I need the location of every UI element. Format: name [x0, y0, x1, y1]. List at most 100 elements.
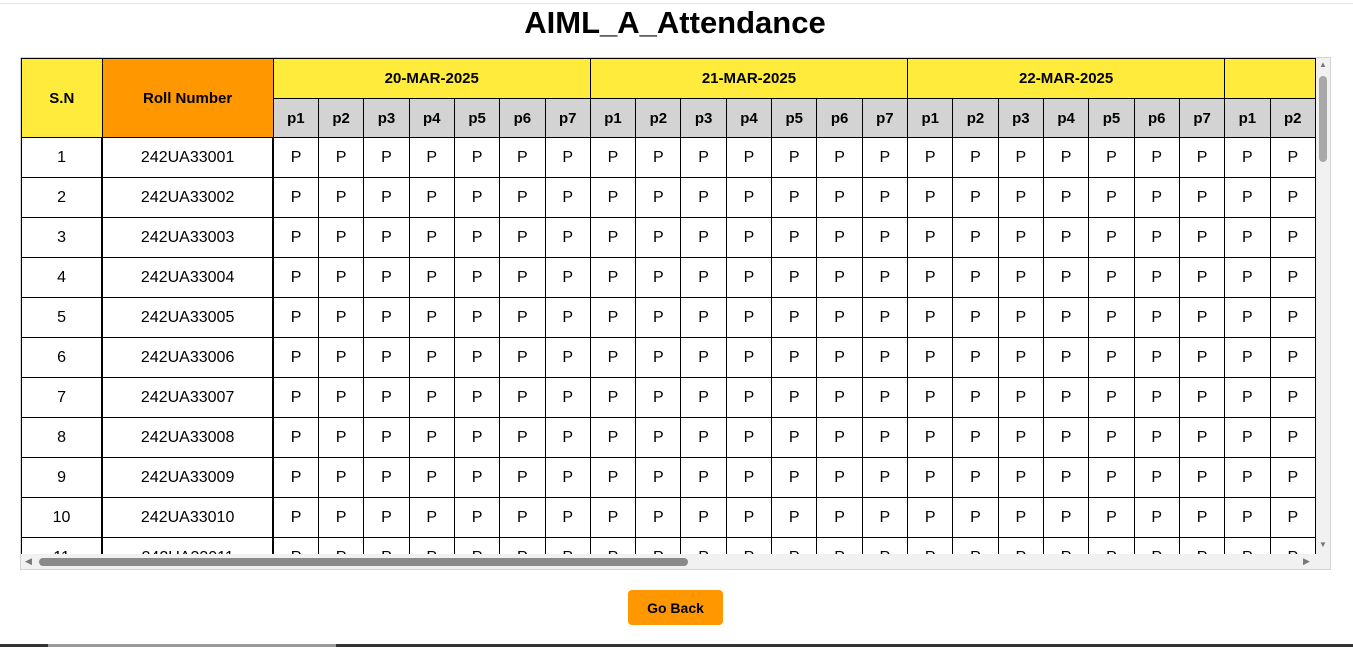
roll-number-cell: 242UA33010	[101, 497, 275, 538]
attendance-mark-cell: P	[272, 457, 319, 498]
attendance-mark-cell: P	[635, 137, 682, 178]
attendance-mark-cell: P	[544, 337, 591, 378]
attendance-mark-cell: P	[1088, 297, 1135, 338]
attendance-mark-cell: P	[408, 377, 455, 418]
period-header: p1	[907, 98, 954, 138]
attendance-mark-cell: P	[589, 457, 637, 498]
attendance-mark-cell: P	[1088, 337, 1135, 378]
attendance-mark-cell: P	[589, 417, 637, 458]
attendance-mark-cell: P	[907, 417, 954, 458]
attendance-mark-cell: P	[907, 137, 954, 178]
vertical-scroll-thumb[interactable]	[1319, 76, 1327, 162]
attendance-mark-cell: P	[952, 377, 999, 418]
table-row: 3 242UA33003 P P P P P P P P P P P P P P P P P P P P P P P	[21, 217, 1316, 258]
attendance-mark-cell: P	[1269, 377, 1316, 418]
attendance-mark-cell: P	[317, 377, 365, 418]
page-title: AIML_A_Attendance	[524, 5, 826, 40]
table-row: 1 242UA33001 P P P P P P P P P P P P P P P P P P P P P P P	[21, 137, 1316, 178]
roll-number-cell: 242UA33003	[101, 217, 275, 258]
attendance-mark-cell: P	[1088, 177, 1135, 218]
go-back-button[interactable]: Go Back	[628, 590, 723, 625]
attendance-mark-cell: P	[1269, 497, 1316, 538]
attendance-mark-cell: P	[725, 297, 773, 338]
scroll-left-arrow-icon[interactable]: ◀	[25, 556, 32, 566]
attendance-mark-cell: P	[907, 537, 954, 554]
attendance-mark-cell: P	[952, 497, 999, 538]
horizontal-scroll-thumb[interactable]	[39, 558, 688, 566]
attendance-mark-cell: P	[499, 377, 546, 418]
attendance-mark-cell: P	[453, 377, 501, 418]
period-header: p2	[635, 98, 682, 138]
attendance-mark-cell: P	[861, 497, 909, 538]
attendance-mark-cell: P	[1088, 537, 1135, 554]
attendance-mark-cell: P	[771, 257, 818, 298]
attendance-mark-cell: P	[363, 457, 410, 498]
attendance-mark-cell: P	[952, 337, 999, 378]
attendance-mark-cell: P	[589, 177, 637, 218]
attendance-mark-cell: P	[1224, 377, 1271, 418]
attendance-mark-cell: P	[544, 297, 591, 338]
attendance-mark-cell: P	[725, 137, 773, 178]
attendance-table-viewport[interactable]: S.N Roll Number 20-MAR-2025 21-MAR-2025 22…	[21, 58, 1316, 554]
sn-cell: 7	[21, 377, 103, 418]
date-header	[1224, 58, 1316, 99]
attendance-mark-cell: P	[1042, 417, 1090, 458]
attendance-mark-cell: P	[771, 337, 818, 378]
roll-number-cell: 242UA33011	[101, 537, 275, 554]
scroll-down-arrow-icon[interactable]: ▼	[1319, 541, 1327, 549]
attendance-mark-cell: P	[453, 337, 501, 378]
horizontal-scrollbar[interactable]: ◀ ▶	[21, 554, 1316, 569]
attendance-mark-cell: P	[408, 537, 455, 554]
attendance-mark-cell: P	[1042, 217, 1090, 258]
attendance-mark-cell: P	[589, 337, 637, 378]
scroll-up-arrow-icon[interactable]: ▲	[1319, 61, 1327, 69]
attendance-mark-cell: P	[725, 457, 773, 498]
attendance-mark-cell: P	[317, 217, 365, 258]
attendance-mark-cell: P	[1042, 537, 1090, 554]
attendance-mark-cell: P	[680, 497, 727, 538]
attendance-mark-cell: P	[816, 297, 863, 338]
attendance-mark-cell: P	[453, 457, 501, 498]
sn-cell: 6	[21, 337, 103, 378]
attendance-mark-cell: P	[1088, 417, 1135, 458]
attendance-mark-cell: P	[771, 217, 818, 258]
attendance-mark-cell: P	[1042, 297, 1090, 338]
attendance-mark-cell: P	[952, 457, 999, 498]
attendance-mark-cell: P	[272, 297, 319, 338]
attendance-mark-cell: P	[272, 217, 319, 258]
attendance-mark-cell: P	[997, 537, 1044, 554]
attendance-mark-cell: P	[816, 377, 863, 418]
attendance-mark-cell: P	[408, 177, 455, 218]
attendance-mark-cell: P	[1088, 457, 1135, 498]
period-header: p5	[771, 98, 818, 138]
vertical-scrollbar[interactable]: ▲ ▼	[1316, 58, 1330, 554]
attendance-mark-cell: P	[363, 497, 410, 538]
attendance-mark-cell: P	[771, 177, 818, 218]
attendance-mark-cell: P	[861, 297, 909, 338]
attendance-mark-cell: P	[997, 377, 1044, 418]
scroll-right-arrow-icon[interactable]: ▶	[1303, 556, 1310, 566]
attendance-mark-cell: P	[816, 337, 863, 378]
attendance-mark-cell: P	[1042, 257, 1090, 298]
attendance-mark-cell: P	[589, 537, 637, 554]
attendance-mark-cell: P	[363, 137, 410, 178]
attendance-mark-cell: P	[499, 217, 546, 258]
attendance-mark-cell: P	[408, 297, 455, 338]
attendance-mark-cell: P	[589, 497, 637, 538]
attendance-mark-cell: P	[635, 457, 682, 498]
attendance-mark-cell: P	[363, 297, 410, 338]
period-header: p6	[816, 98, 863, 138]
attendance-mark-cell: P	[680, 257, 727, 298]
attendance-mark-cell: P	[1224, 297, 1271, 338]
attendance-table-container[interactable]: S.N Roll Number 20-MAR-2025 21-MAR-2025 22…	[20, 57, 1331, 570]
attendance-mark-cell: P	[861, 537, 909, 554]
attendance-mark-cell: P	[272, 377, 319, 418]
attendance-mark-cell: P	[771, 417, 818, 458]
period-header: p2	[952, 98, 999, 138]
period-header: p4	[725, 98, 773, 138]
attendance-mark-cell: P	[1178, 177, 1226, 218]
attendance-mark-cell: P	[1269, 177, 1316, 218]
attendance-mark-cell: P	[1042, 337, 1090, 378]
attendance-mark-cell: P	[363, 257, 410, 298]
roll-number-cell: 242UA33002	[101, 177, 275, 218]
